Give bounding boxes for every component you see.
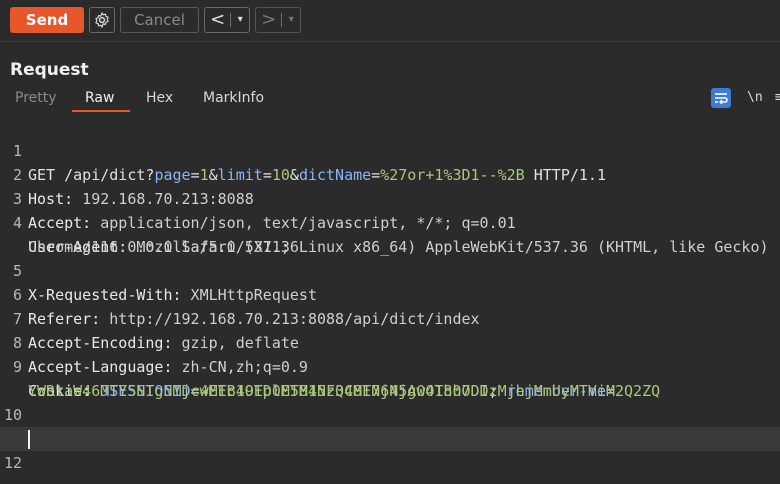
header-line: 3 Accept: application/json, text/javascr…	[0, 163, 780, 232]
line-number: 12	[3, 454, 22, 472]
tab-hex[interactable]: Hex	[146, 90, 173, 106]
panel-title: Request	[10, 60, 89, 80]
back-arrow-button[interactable]: <	[205, 8, 230, 32]
forward-arrow-button[interactable]: >	[256, 8, 281, 32]
request-line: 1 GET /api/dict?page=1&limit=10&dictName…	[0, 115, 780, 184]
settings-button[interactable]	[89, 7, 115, 33]
forward-dropdown-button[interactable]: ▾	[282, 8, 300, 32]
header-line-wrap: Chrome/116.0.0.0 Safari/537.36	[0, 211, 780, 256]
empty-line: 11	[0, 403, 780, 448]
header-line: 2 Host: 192.168.70.213:8088	[0, 139, 780, 208]
word-wrap-toggle[interactable]	[711, 88, 731, 108]
tab-raw[interactable]: Raw	[85, 90, 114, 106]
header-line: 5 X-Requested-With: XMLHttpRequest	[0, 235, 780, 304]
cookie-line-wrap: YWRtaW46MTY5NTg5MjcwMTc1OTplMTM4NzQ4MTNj…	[0, 355, 780, 400]
header-line: 10 Connection: close	[0, 379, 780, 448]
header-line: 6 Referer: http://192.168.70.213:8088/ap…	[0, 259, 780, 328]
history-forward-group: > ▾	[255, 7, 301, 33]
back-dropdown-button[interactable]: ▾	[231, 8, 249, 32]
history-back-group: < ▾	[204, 7, 250, 33]
tab-markinfo[interactable]: MarkInfo	[203, 90, 264, 106]
cancel-button[interactable]: Cancel	[120, 7, 199, 33]
tab-pretty[interactable]: Pretty	[15, 90, 57, 106]
menu-icon[interactable]: ≡	[774, 90, 780, 105]
toolbar: Send Cancel < ▾ > ▾	[0, 0, 780, 42]
request-editor[interactable]: 1 GET /api/dict?page=1&limit=10&dictName…	[0, 115, 780, 484]
view-tabs: Pretty Raw Hex MarkInfo	[0, 88, 780, 113]
newline-toggle-button[interactable]: \n	[747, 90, 763, 105]
word-wrap-icon	[715, 93, 728, 104]
current-line: 12	[0, 427, 780, 472]
text-cursor	[28, 430, 30, 449]
send-button[interactable]: Send	[10, 7, 84, 33]
cookie-line: 9 Cookie: JSESSIONID=4EEB49ED0E5815F3C8E…	[0, 331, 780, 400]
header-line: 8 Accept-Language: zh-CN,zh;q=0.9	[0, 307, 780, 376]
gear-icon	[95, 12, 109, 28]
header-line: 7 Accept-Encoding: gzip, deflate	[0, 283, 780, 352]
active-tab-indicator	[72, 110, 130, 112]
header-line: 4 User-Agent: Mozilla/5.0 (X11; Linux x8…	[0, 187, 780, 256]
